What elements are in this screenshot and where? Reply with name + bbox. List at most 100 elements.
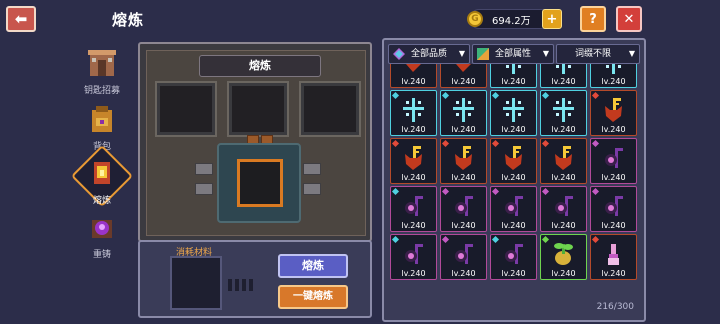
furnace-bolt	[303, 163, 321, 175]
back-button[interactable]: ⬅	[6, 6, 36, 32]
smelt-input-slot-1[interactable]	[157, 83, 215, 135]
attribute-filter-dropdown[interactable]: 全部属性 ▼	[472, 44, 554, 64]
rarity-tag-icon	[441, 235, 450, 244]
inventory-item[interactable]: lv.240	[540, 90, 587, 136]
rarity-tag-icon	[541, 187, 550, 196]
item-level: lv.240	[601, 269, 626, 278]
smelter-title: 熔炼	[199, 55, 321, 77]
smelt-button[interactable]: 熔炼	[278, 254, 348, 278]
inventory-item[interactable]: lv.240	[390, 234, 437, 280]
item-level: lv.240	[401, 269, 426, 278]
inventory-count: 216/300	[596, 302, 634, 312]
quality-filter-dropdown[interactable]: 全部品质 ▼	[388, 44, 470, 64]
rarity-tag-icon	[591, 139, 600, 148]
inventory-item[interactable]: lv.240	[440, 64, 487, 88]
inventory-item[interactable]: lv.240	[540, 186, 587, 232]
rarity-tag-icon	[591, 91, 600, 100]
smelt-output-frame	[217, 143, 301, 223]
item-level: lv.240	[601, 173, 626, 182]
brush-item-icon	[608, 244, 619, 265]
inventory-item[interactable]: lv.240	[590, 90, 637, 136]
inventory-item[interactable]: lv.240	[440, 186, 487, 232]
rarity-tag-icon	[441, 187, 450, 196]
nav-item-key-recruit[interactable]: 钥匙招募	[74, 48, 130, 96]
furnace-bolt	[303, 183, 321, 195]
nav-item-backpack[interactable]: 背包	[74, 104, 130, 152]
one-click-smelt-button[interactable]: 一键熔炼	[278, 285, 348, 309]
item-level: lv.240	[501, 221, 526, 230]
furnace-icon	[94, 162, 110, 184]
demonF-item-icon	[455, 146, 472, 170]
materials-panel: 消耗材料 熔炼 一键熔炼	[138, 240, 372, 318]
rarity-tag-icon	[491, 187, 500, 196]
inventory-item[interactable]: lv.240	[490, 90, 537, 136]
inventory-item[interactable]: lv.240	[490, 138, 537, 184]
item-level: lv.240	[451, 173, 476, 182]
close-button[interactable]: ✕	[616, 6, 642, 32]
furnace-bolt	[195, 163, 213, 175]
staff-item-icon	[555, 196, 573, 216]
rarity-tag-icon	[391, 91, 400, 100]
back-arrow-icon: ⬅	[14, 10, 28, 28]
staff-item-icon	[605, 196, 623, 216]
item-level: lv.240	[401, 221, 426, 230]
material-indicator	[228, 276, 256, 295]
rarity-tag-icon	[491, 91, 500, 100]
item-level: lv.240	[551, 125, 576, 134]
inventory-item[interactable]: lv.240	[390, 138, 437, 184]
inventory-item[interactable]: lv.240	[540, 64, 587, 88]
staff-item-icon	[405, 196, 423, 216]
item-level: lv.240	[551, 269, 576, 278]
inventory-item[interactable]: lv.240	[490, 234, 537, 280]
smelt-output-slot[interactable]	[237, 159, 283, 207]
ice-item-icon	[556, 64, 571, 74]
recast-icon	[92, 220, 112, 238]
coin-balance: G 694.2万 +	[467, 9, 562, 29]
inventory-item[interactable]: lv.240	[540, 138, 587, 184]
staff-item-icon	[455, 196, 473, 216]
rarity-tag-icon	[391, 139, 400, 148]
inventory-item[interactable]: lv.240	[490, 186, 537, 232]
inventory-item[interactable]: lv.240	[590, 234, 637, 280]
inventory-item[interactable]: lv.240	[390, 64, 437, 88]
ice-item-icon	[503, 98, 524, 122]
inventory-item[interactable]: lv.240	[440, 90, 487, 136]
affix-filter-dropdown[interactable]: 词缀不限 ▼	[556, 44, 640, 64]
inventory-item[interactable]: lv.240	[440, 138, 487, 184]
inventory-item[interactable]: lv.240	[440, 234, 487, 280]
rarity-tag-icon	[591, 235, 600, 244]
smelt-input-slot-2[interactable]	[229, 83, 287, 135]
item-level: lv.240	[501, 77, 526, 86]
ice-item-icon	[553, 98, 574, 122]
rarity-tag-icon	[491, 139, 500, 148]
inventory-item[interactable]: lv.240	[590, 186, 637, 232]
nav-item-smelt[interactable]: 熔炼	[74, 158, 130, 206]
smelt-input-slot-3[interactable]	[301, 83, 359, 135]
rarity-tag-icon	[491, 235, 500, 244]
inventory-item[interactable]: lv.240	[390, 90, 437, 136]
inventory-item[interactable]: lv.240	[590, 138, 637, 184]
inventory-item[interactable]: lv.240	[490, 64, 537, 88]
inventory-item[interactable]: lv.240	[590, 64, 637, 88]
item-level: lv.240	[601, 221, 626, 230]
rarity-tag-icon	[541, 91, 550, 100]
ice-item-icon	[506, 64, 521, 74]
item-level: lv.240	[501, 125, 526, 134]
help-button[interactable]: ?	[580, 6, 606, 32]
item-level: lv.240	[401, 173, 426, 182]
nav-item-recast[interactable]: 重铸	[74, 212, 130, 260]
add-coins-button[interactable]: +	[542, 9, 562, 29]
rarity-tag-icon	[391, 235, 400, 244]
inventory-item[interactable]: lv.240	[390, 186, 437, 232]
chevron-down-icon: ▼	[458, 49, 465, 58]
material-slot[interactable]	[170, 256, 222, 310]
staff-item-icon	[405, 244, 423, 264]
demonF-item-icon	[555, 146, 572, 170]
demon-item-icon	[406, 64, 421, 72]
attribute-icon	[477, 48, 489, 60]
item-level: lv.240	[501, 269, 526, 278]
staff-item-icon	[605, 148, 623, 168]
smelter-machine: 熔炼	[146, 50, 366, 236]
inventory-item[interactable]: lv.240	[540, 234, 587, 280]
item-level: lv.240	[601, 77, 626, 86]
